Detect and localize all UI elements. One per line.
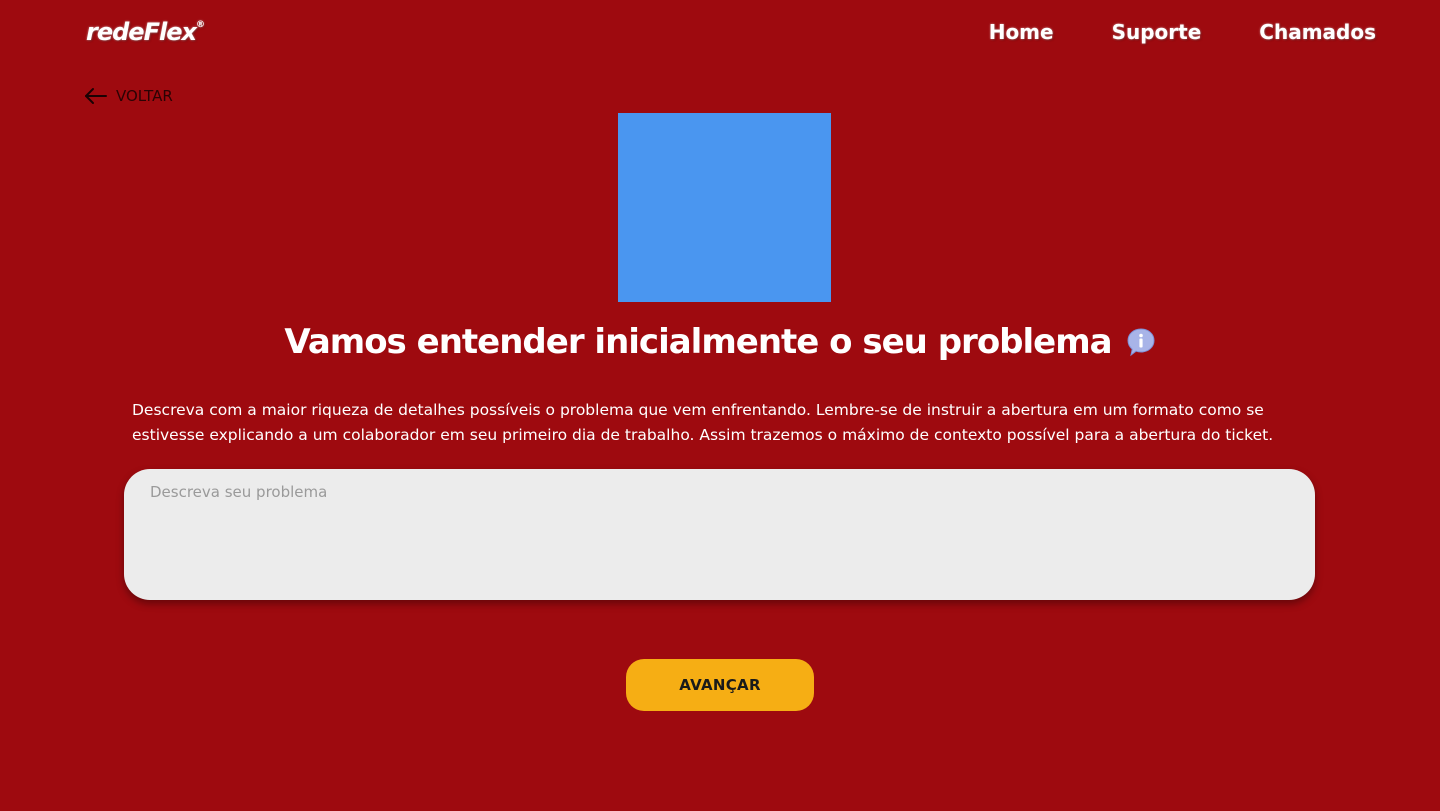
page: redeFlex® Home Suporte Chamados VOLTAR V… — [0, 0, 1440, 811]
instructions-text: Descreva com a maior riqueza de detalhes… — [132, 401, 1274, 444]
headline: Vamos entender inicialmente o seu proble… — [0, 322, 1440, 362]
problem-field-container — [124, 469, 1315, 600]
advance-button[interactable]: AVANÇAR — [626, 659, 814, 711]
logo[interactable]: redeFlex® — [86, 18, 205, 46]
logo-text: redeFlex — [86, 18, 197, 46]
back-button[interactable]: VOLTAR — [84, 86, 173, 106]
page-title: Vamos entender inicialmente o seu proble… — [284, 322, 1112, 362]
back-label: VOLTAR — [116, 87, 173, 105]
top-nav: Home Suporte Chamados — [989, 20, 1376, 44]
nav-support-link[interactable]: Suporte — [1112, 20, 1202, 44]
arrow-left-icon — [85, 88, 107, 104]
logo-registered-mark: ® — [195, 20, 205, 30]
hero-image-placeholder — [618, 113, 831, 302]
nav-home-link[interactable]: Home — [989, 20, 1054, 44]
problem-description-input[interactable] — [124, 469, 1315, 600]
nav-tickets-link[interactable]: Chamados — [1259, 20, 1376, 44]
info-speech-bubble-icon — [1127, 328, 1155, 357]
